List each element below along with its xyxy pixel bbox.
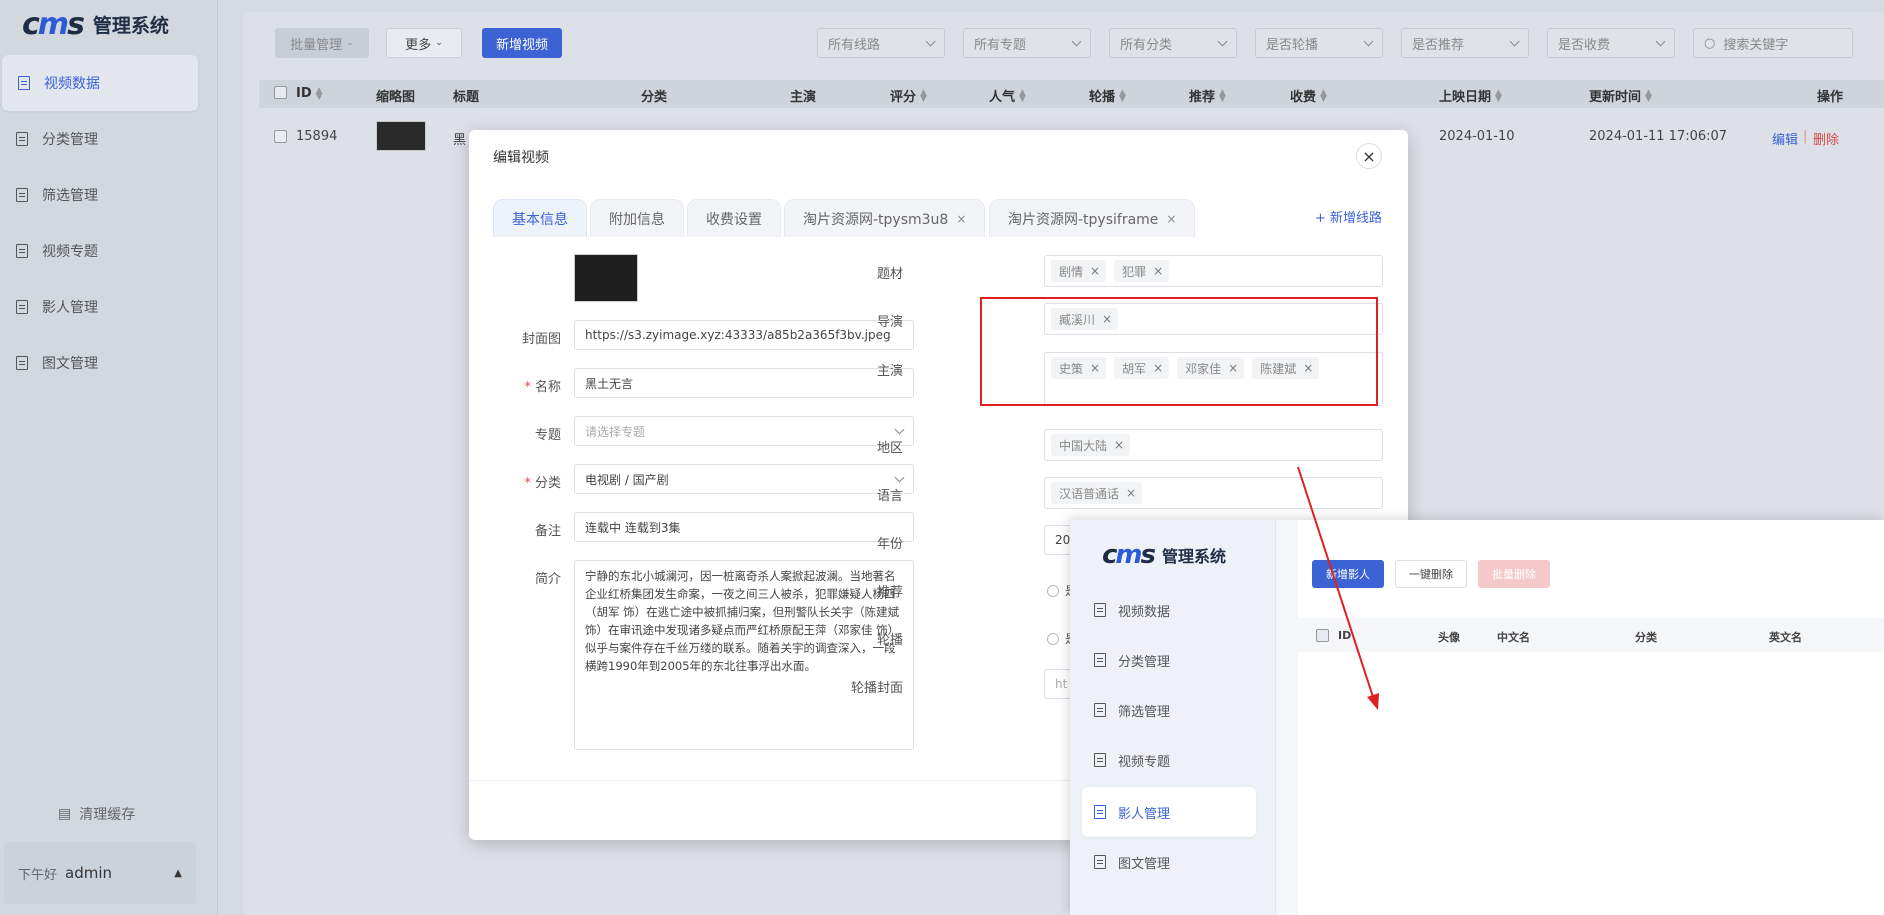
arrow-head: [1367, 693, 1379, 710]
arrow-line: [1297, 466, 1375, 701]
annotation-arrow: [1297, 466, 1379, 710]
